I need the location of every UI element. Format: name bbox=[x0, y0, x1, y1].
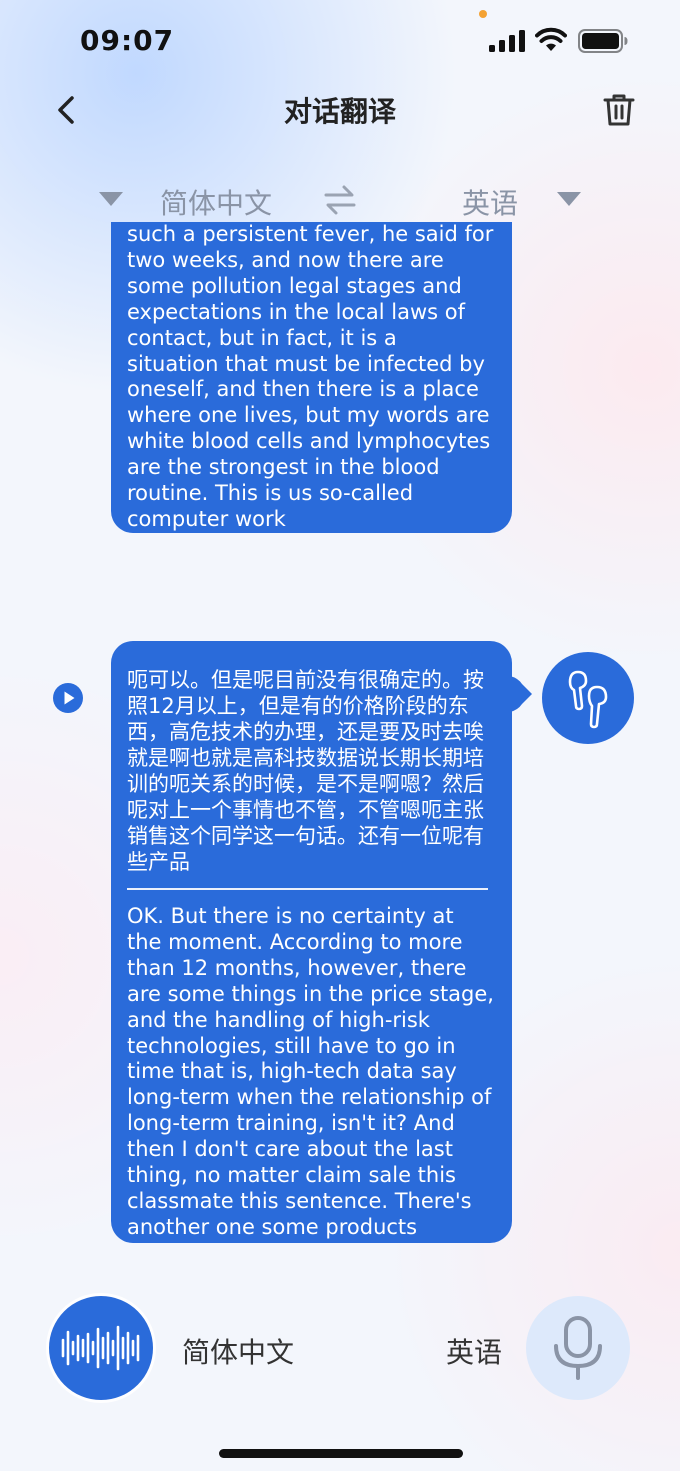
earbuds-avatar bbox=[542, 652, 634, 744]
bubble-tail bbox=[510, 676, 532, 712]
source-voice-button[interactable] bbox=[49, 1296, 153, 1400]
target-language-dropdown-icon[interactable] bbox=[555, 190, 583, 208]
wifi-icon bbox=[535, 27, 567, 51]
page-title: 对话翻译 bbox=[283, 95, 396, 128]
target-mic-button[interactable] bbox=[526, 1296, 630, 1400]
message-bubble: 呃可以。但是呢目前没有很确定的。按照12月以上，但是有的价格阶段的东西，高危技术… bbox=[111, 641, 512, 1243]
cellular-signal-icon bbox=[489, 30, 525, 52]
source-language-dropdown-icon[interactable] bbox=[97, 190, 125, 208]
source-language-label: 简体中文 bbox=[182, 1336, 295, 1369]
source-language-selector[interactable]: 简体中文 bbox=[160, 182, 272, 222]
trash-icon[interactable] bbox=[601, 92, 637, 128]
microphone-icon bbox=[554, 1316, 602, 1380]
translation-text: such a persistent fever, he said for two… bbox=[127, 222, 494, 531]
translation-text: OK. But there is no certainty at the mom… bbox=[127, 904, 494, 1239]
battery-icon bbox=[578, 29, 628, 53]
sound-wave-icon bbox=[61, 1325, 140, 1371]
source-text: 呃可以。但是呢目前没有很确定的。按照12月以上，但是有的价格阶段的东西，高危技术… bbox=[127, 668, 484, 874]
privacy-indicator-dot bbox=[479, 10, 487, 18]
earbuds-icon bbox=[568, 670, 608, 729]
message-bubble: such a persistent fever, he said for two… bbox=[111, 222, 512, 533]
play-audio-icon[interactable] bbox=[52, 682, 84, 714]
swap-languages-icon[interactable] bbox=[322, 184, 358, 216]
bubble-divider bbox=[127, 888, 488, 890]
home-indicator[interactable] bbox=[219, 1449, 463, 1458]
status-time: 09:07 bbox=[80, 24, 175, 57]
target-language-label: 英语 bbox=[446, 1336, 503, 1369]
target-language-selector[interactable]: 英语 bbox=[462, 182, 518, 222]
